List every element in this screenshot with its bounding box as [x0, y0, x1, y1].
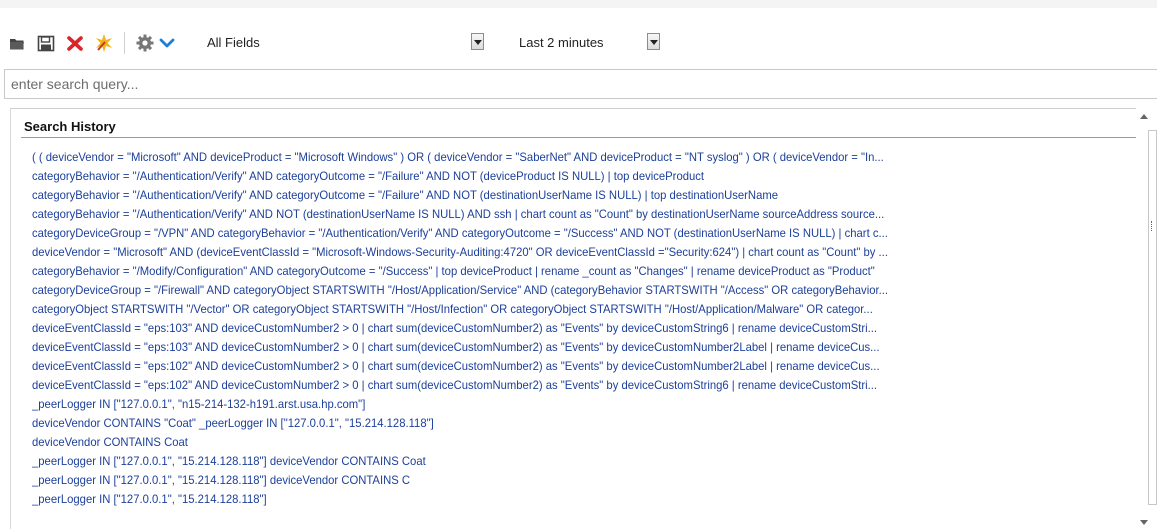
history-item[interactable]: deviceVendor CONTAINS Coat: [32, 433, 1066, 452]
scroll-up-arrow-icon[interactable]: [1140, 114, 1148, 119]
history-item[interactable]: deviceEventClassId = "eps:102" AND devic…: [32, 376, 1066, 395]
search-history-panel: Search History ( ( deviceVendor = "Micro…: [10, 108, 1157, 529]
history-item[interactable]: deviceEventClassId = "eps:102" AND devic…: [32, 357, 1066, 376]
history-item[interactable]: _peerLogger IN ["127.0.0.1", "15.214.128…: [32, 471, 1066, 490]
scrollbar-thumb[interactable]: [1148, 130, 1157, 505]
history-item[interactable]: deviceVendor = "Microsoft" AND (deviceEv…: [32, 243, 1066, 262]
search-bar: [4, 69, 1157, 99]
history-item[interactable]: deviceEventClassId = "eps:103" AND devic…: [32, 319, 1066, 338]
save-icon[interactable]: [37, 33, 55, 53]
scrollbar-grip-icon: [1151, 221, 1155, 231]
history-item[interactable]: categoryBehavior = "/Authentication/Veri…: [32, 186, 1066, 205]
field-select-value: All Fields: [207, 35, 260, 50]
open-folder-icon[interactable]: [9, 33, 25, 53]
search-history-title: Search History: [24, 119, 116, 134]
vertical-scrollbar[interactable]: [1136, 108, 1157, 529]
history-item[interactable]: deviceEventClassId = "eps:103" AND devic…: [32, 338, 1066, 357]
search-input[interactable]: [5, 70, 1157, 98]
delete-icon[interactable]: [66, 33, 84, 53]
field-select-dropdown-button[interactable]: [471, 33, 484, 50]
history-item[interactable]: ( ( deviceVendor = "Microsoft" AND devic…: [32, 148, 1066, 167]
history-item[interactable]: _peerLogger IN ["127.0.0.1", "15.214.128…: [32, 452, 1066, 471]
title-divider: [21, 137, 1137, 138]
scroll-down-arrow-icon[interactable]: [1140, 520, 1148, 525]
history-item[interactable]: categoryObject STARTSWITH "/Vector" OR c…: [32, 300, 1066, 319]
field-select[interactable]: All Fields: [199, 28, 499, 58]
history-item[interactable]: categoryDeviceGroup = "/Firewall" AND ca…: [32, 281, 1066, 300]
history-item[interactable]: categoryBehavior = "/Modify/Configuratio…: [32, 262, 1066, 281]
history-item[interactable]: _peerLogger IN ["127.0.0.1", "n15-214-13…: [32, 395, 1066, 414]
history-item[interactable]: categoryBehavior = "/Authentication/Veri…: [32, 205, 1066, 224]
top-strip: [0, 0, 1157, 8]
time-range-dropdown-button[interactable]: [647, 33, 660, 50]
gear-icon[interactable]: [135, 33, 155, 53]
time-range-select[interactable]: Last 2 minutes: [511, 28, 671, 58]
search-history-list: ( ( deviceVendor = "Microsoft" AND devic…: [32, 148, 1132, 509]
toolbar-separator: [124, 32, 125, 54]
history-item[interactable]: _peerLogger IN ["127.0.0.1", "15.214.128…: [32, 490, 1066, 509]
chevron-down-icon[interactable]: [158, 33, 176, 53]
history-item[interactable]: categoryBehavior = "/Authentication/Veri…: [32, 167, 1066, 186]
history-item[interactable]: deviceVendor CONTAINS "Coat" _peerLogger…: [32, 414, 1066, 433]
search-toolbar: All Fields Last 2 minutes: [0, 22, 1157, 62]
time-range-select-value: Last 2 minutes: [519, 35, 604, 50]
history-item[interactable]: categoryDeviceGroup = "/VPN" AND categor…: [32, 224, 1066, 243]
clear-icon[interactable]: [94, 33, 114, 53]
